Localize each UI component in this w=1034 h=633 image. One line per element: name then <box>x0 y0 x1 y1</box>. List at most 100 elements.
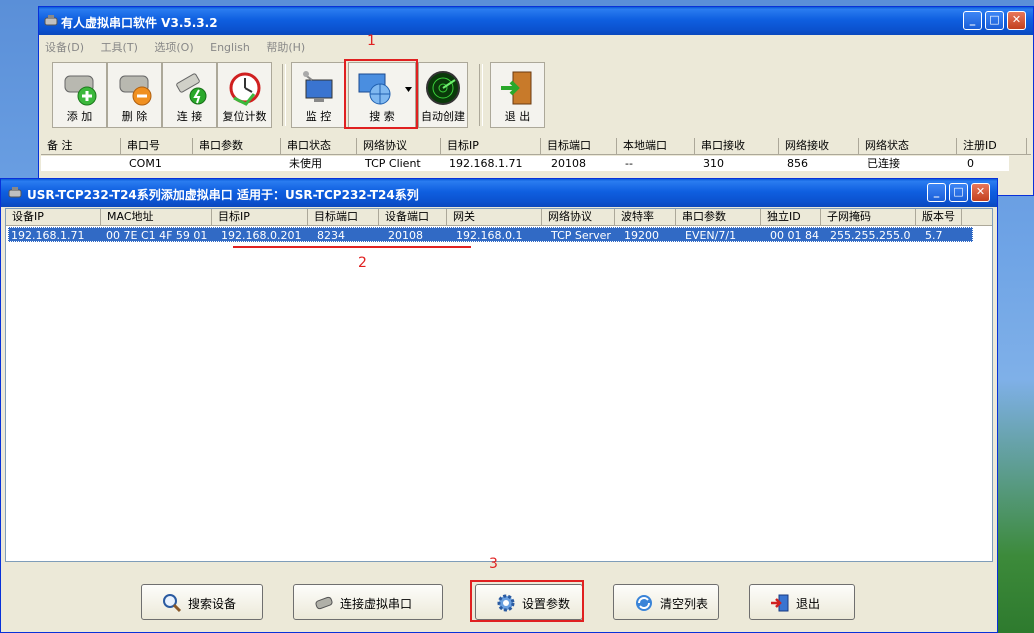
menu-english[interactable]: English <box>210 41 250 54</box>
col-local-port[interactable]: 本地端口 <box>617 138 695 154</box>
device-list[interactable]: 设备IP MAC地址 目标IP 目标端口 设备端口 网关 网络协议 波特率 串口… <box>5 208 993 562</box>
cell-version: 5.7 <box>925 229 943 242</box>
annotation-1: 1 <box>367 33 376 49</box>
cell-target-port: 8234 <box>317 229 345 242</box>
cell-port-params: EVEN/7/1 <box>685 229 737 242</box>
col-subnet-mask[interactable]: 子网掩码 <box>821 209 916 225</box>
toolbar: 添 加 删 除 连 接 复位计数 监 控 搜 索 自动创建 退 出 <box>43 58 1031 134</box>
add-virtual-port-dialog: USR-TCP232-T24系列添加虚拟串口 适用于：USR-TCP232-T2… <box>0 178 998 633</box>
col-gateway[interactable]: 网关 <box>447 209 542 225</box>
menu-help[interactable]: 帮助(H) <box>266 41 305 54</box>
menu-device[interactable]: 设备(D) <box>45 41 84 54</box>
exit-door-icon <box>771 594 789 612</box>
reset-count-label: 复位计数 <box>222 110 267 123</box>
dialog-maximize-button[interactable]: □ <box>949 183 968 202</box>
delete-label: 删 除 <box>121 110 148 123</box>
table-row[interactable]: COM1 未使用 TCP Client 192.168.1.71 20108 -… <box>41 156 1009 171</box>
exit-button[interactable]: 退 出 <box>490 62 545 128</box>
search-highlight-box <box>344 59 418 129</box>
close-button[interactable]: ✕ <box>1007 11 1026 30</box>
connect-button[interactable]: 连 接 <box>162 62 217 128</box>
auto-create-label: 自动创建 <box>421 110 465 123</box>
menu-tools[interactable]: 工具(T) <box>101 41 138 54</box>
dialog-minimize-button[interactable]: _ <box>927 183 946 202</box>
cell-local-port: -- <box>625 157 633 170</box>
col-port[interactable]: 串口号 <box>121 138 193 154</box>
serial-port-icon <box>44 15 58 26</box>
clear-list-button[interactable]: 清空列表 <box>613 584 719 620</box>
cell-target-port: 20108 <box>551 157 586 170</box>
menu-options[interactable]: 选项(O) <box>154 41 193 54</box>
cell-subnet-mask: 255.255.255.0 <box>830 229 911 242</box>
connect-label: 连 接 <box>176 110 203 123</box>
col-net-recv[interactable]: 网络接收 <box>779 138 859 154</box>
set-params-highlight-box <box>470 580 584 622</box>
col-mac[interactable]: MAC地址 <box>101 209 212 225</box>
toolbar-separator <box>282 64 286 126</box>
add-button[interactable]: 添 加 <box>52 62 107 128</box>
cell-port-recv: 310 <box>703 157 724 170</box>
col-port-status[interactable]: 串口状态 <box>281 138 357 154</box>
auto-create-button[interactable]: 自动创建 <box>418 62 468 128</box>
refresh-icon <box>636 595 652 611</box>
cell-mac: 00 7E C1 4F 59 01 <box>106 229 208 242</box>
col-target-port[interactable]: 目标端口 <box>541 138 617 154</box>
cell-protocol: TCP Server <box>551 229 611 242</box>
reset-count-icon <box>229 72 260 106</box>
dialog-title: USR-TCP232-T24系列添加虚拟串口 适用于：USR-TCP232-T2… <box>27 188 419 202</box>
device-table-header: 设备IP MAC地址 目标IP 目标端口 设备端口 网关 网络协议 波特率 串口… <box>6 209 992 226</box>
col-net-status[interactable]: 网络状态 <box>859 138 957 154</box>
main-title: 有人虚拟串口软件 V3.5.3.2 <box>61 16 218 30</box>
annotation-2: 2 <box>358 255 367 271</box>
main-table-header: 备 注 串口号 串口参数 串口状态 网络协议 目标IP 目标端口 本地端口 串口… <box>41 138 1031 155</box>
col-target-ip[interactable]: 目标IP <box>212 209 308 225</box>
monitor-button[interactable]: 监 控 <box>291 62 346 128</box>
dialog-title-bar[interactable]: USR-TCP232-T24系列添加虚拟串口 适用于：USR-TCP232-T2… <box>1 179 997 207</box>
connect-icon <box>175 73 206 105</box>
col-protocol[interactable]: 网络协议 <box>357 138 441 154</box>
serial-connector-icon <box>315 596 333 610</box>
cell-port-status: 未使用 <box>289 157 322 170</box>
menu-bar: 设备(D) 工具(T) 选项(O) English 帮助(H) <box>45 39 318 57</box>
dialog-exit-label: 退出 <box>796 597 821 611</box>
add-port-icon <box>64 75 96 106</box>
col-device-ip[interactable]: 设备IP <box>6 209 101 225</box>
col-target-ip[interactable]: 目标IP <box>441 138 541 154</box>
col-version[interactable]: 版本号 <box>916 209 962 225</box>
reset-count-button[interactable]: 复位计数 <box>217 62 272 128</box>
col-remark[interactable]: 备 注 <box>41 138 121 154</box>
annotation-3: 3 <box>489 556 498 572</box>
cell-gateway: 192.168.0.1 <box>456 229 523 242</box>
magnifier-icon <box>163 594 182 613</box>
exit-door-icon <box>500 71 531 105</box>
cell-device-ip: 192.168.1.71 <box>11 229 85 242</box>
col-reg-id[interactable]: 注册ID <box>957 138 1027 154</box>
col-port-recv[interactable]: 串口接收 <box>695 138 779 154</box>
minimize-button[interactable]: _ <box>963 11 982 30</box>
col-baud[interactable]: 波特率 <box>615 209 676 225</box>
annotation-underline <box>233 246 471 248</box>
cell-protocol: TCP Client <box>365 157 421 170</box>
maximize-button[interactable]: □ <box>985 11 1004 30</box>
connect-virtual-port-button[interactable]: 连接虚拟串口 <box>293 584 443 620</box>
cell-baud: 19200 <box>624 229 659 242</box>
delete-button[interactable]: 删 除 <box>107 62 162 128</box>
col-protocol[interactable]: 网络协议 <box>542 209 615 225</box>
search-device-label: 搜索设备 <box>188 597 237 611</box>
col-device-port[interactable]: 设备端口 <box>379 209 447 225</box>
main-title-bar[interactable]: 有人虚拟串口软件 V3.5.3.2 _ □ ✕ <box>39 7 1033 35</box>
add-label: 添 加 <box>66 110 93 123</box>
dialog-exit-button[interactable]: 退出 <box>749 584 855 620</box>
toolbar-separator <box>479 64 483 126</box>
col-port-params[interactable]: 串口参数 <box>193 138 281 154</box>
col-target-port[interactable]: 目标端口 <box>308 209 379 225</box>
col-independent-id[interactable]: 独立ID <box>761 209 821 225</box>
cell-target-ip: 192.168.1.71 <box>449 157 523 170</box>
search-device-button[interactable]: 搜索设备 <box>141 584 263 620</box>
cell-net-status: 已连接 <box>867 157 900 170</box>
connect-virtual-port-label: 连接虚拟串口 <box>340 597 413 611</box>
table-row[interactable]: 192.168.1.71 00 7E C1 4F 59 01 192.168.0… <box>8 227 973 242</box>
dialog-close-button[interactable]: ✕ <box>971 183 990 202</box>
cell-device-port: 20108 <box>388 229 423 242</box>
col-port-params[interactable]: 串口参数 <box>676 209 761 225</box>
